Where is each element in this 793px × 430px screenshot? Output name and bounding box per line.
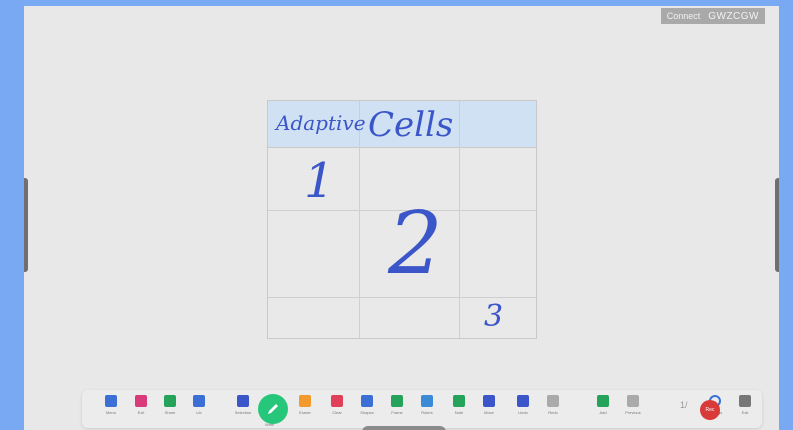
toolbar-item-eraser[interactable]: Eraser [292,395,318,423]
toolbar-item-menu[interactable]: Menu [98,395,124,423]
toolbar-label: Undo [518,410,528,415]
exit-icon [739,395,751,407]
cell-3: 3 [484,299,504,334]
toolbar-label: Redo [548,410,558,415]
toolbar-item-redo[interactable]: Redo [540,395,566,423]
toolbar-item-add[interactable]: Add [590,395,616,423]
toolbar-label: Exit [137,410,145,415]
right-side-handle[interactable] [775,178,779,272]
add-page-icon [597,395,609,407]
table-col-divider [359,101,360,338]
toolbar-label: Selection [234,410,252,415]
toolbar-item-previous[interactable]: Previous [620,395,646,423]
toolbar-item-share[interactable]: Share [157,395,183,423]
cursor-icon [237,395,249,407]
bottom-drawer-handle[interactable] [362,426,446,430]
toolbar-label: Shapes [360,410,374,415]
page-indicator: 1/ [680,400,688,410]
toolbar-label: Note [454,410,464,415]
broom-icon [331,395,343,407]
cell-2: 2 [388,194,443,294]
cell-1: 1 [304,153,335,209]
toolbar-item-lib[interactable]: Lib [186,395,212,423]
toolbar-label: Menu [105,410,116,415]
grid-icon [164,395,176,407]
toolbar-label: Exit [741,410,749,415]
toolbar-label: Rulers [421,410,433,415]
pen-active-icon[interactable] [258,394,288,424]
toolbar-label: Share [164,410,176,415]
toolbar-item-undo[interactable]: Undo [510,395,536,423]
toolbar-item-shapes[interactable]: Shapes [354,395,380,423]
redo-icon [547,395,559,407]
toolbar-item-exit[interactable]: Exit [732,395,758,423]
frame-icon [391,395,403,407]
bottom-toolbar: Menu Exit Share Lib Selection Write Eraser Clea… [82,390,762,428]
header-cell-cells: Cells [368,105,454,145]
record-button[interactable]: Rec [700,400,720,420]
toolbar-item-selection[interactable]: Selection [230,395,256,423]
toolbar-item-rulers[interactable]: Rulers [414,395,440,423]
eraser-icon [299,395,311,407]
whiteboard-canvas[interactable]: Connect GWZCGW Adaptive Cells 1 2 3 Menu… [24,6,779,430]
toolbar-item-clear[interactable]: Clear [324,395,350,423]
header-cell-adaptive: Adaptive [276,111,366,135]
toolbar-label: Move [484,410,494,415]
toolbar-label: Eraser [299,410,311,415]
note-icon [453,395,465,407]
toolbar-label: Frame [391,410,403,415]
connect-label: Connect [666,11,701,21]
connect-code: GWZCGW [708,10,759,22]
table-col-divider [459,101,460,338]
toolbar-label: Clear [332,410,342,415]
toolbar-item-move[interactable]: Move [476,395,502,423]
toolbar-label: Lib [196,410,202,415]
adaptive-table[interactable]: Adaptive Cells 1 2 3 [267,100,537,339]
toolbar-label: Add [599,410,607,415]
connect-badge[interactable]: Connect GWZCGW [660,8,765,24]
hand-icon [483,395,495,407]
close-icon [135,395,147,407]
shapes-icon [361,395,373,407]
toolbar-item-exit[interactable]: Exit [128,395,154,423]
undo-icon [517,395,529,407]
toolbar-label: Previous [625,410,641,415]
library-icon [193,395,205,407]
left-side-handle[interactable] [24,178,28,272]
toolbar-item-note[interactable]: Note [446,395,472,423]
previous-icon [627,395,639,407]
ruler-icon [421,395,433,407]
toolbar-item-frame[interactable]: Frame [384,395,410,423]
menu-icon [105,395,117,407]
table-row-divider [268,297,536,298]
